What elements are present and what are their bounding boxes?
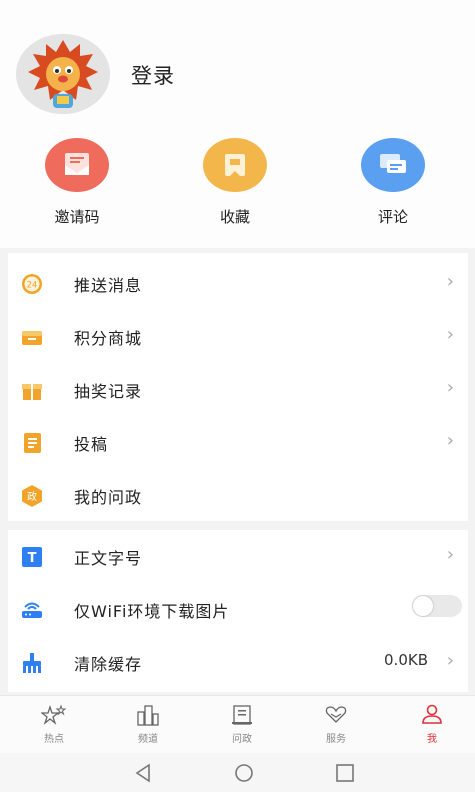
tab-label: 频道 — [138, 734, 158, 745]
document-icon — [20, 432, 44, 454]
menu-item-clear-cache[interactable]: 清除缓存 0.0KB › — [8, 636, 468, 689]
bookmark-icon — [203, 138, 267, 192]
favorites-label: 收藏 — [219, 208, 250, 226]
comments-button[interactable]: 评论 — [338, 138, 448, 227]
tab-label: 热点 — [44, 734, 64, 745]
menu-item-points-mall[interactable]: 积分商城 › — [8, 310, 468, 363]
chat-bubble-icon — [361, 138, 425, 192]
menu-item-label: 积分商城 — [74, 329, 143, 348]
tab-channels[interactable]: 频道 — [108, 704, 188, 745]
avatar[interactable] — [16, 34, 110, 114]
gift-icon — [20, 379, 44, 401]
menu-item-label: 推送消息 — [74, 276, 143, 295]
toggle-knob — [413, 596, 433, 616]
chevron-right-icon: › — [446, 544, 454, 565]
menu-item-submit-article[interactable]: 投稿 › — [8, 416, 468, 469]
menu-group-main: 24 推送消息 › 积分商城 › 抽奖记录 › 投稿 › 政 我的问政 — [8, 253, 468, 521]
tab-hot[interactable]: 热点 — [14, 704, 94, 745]
tab-me[interactable]: 我 — [392, 704, 472, 745]
chevron-right-icon: › — [446, 650, 454, 671]
stars-icon — [41, 704, 67, 725]
font-size-icon-text: T — [28, 551, 37, 566]
menu-item-label: 正文字号 — [74, 549, 143, 568]
font-size-icon: T — [20, 546, 44, 568]
push-24-icon: 24 — [20, 273, 44, 295]
back-icon[interactable] — [131, 761, 155, 785]
menu-item-lottery-records[interactable]: 抽奖记录 › — [8, 363, 468, 416]
menu-item-push-messages[interactable]: 24 推送消息 › — [8, 257, 468, 310]
profile-header: 登录 邀请码 收藏 评论 — [0, 0, 475, 248]
store-icon — [20, 326, 44, 348]
menu-item-label: 抽奖记录 — [74, 382, 143, 401]
person-icon — [422, 704, 442, 724]
comments-label: 评论 — [377, 208, 408, 226]
recents-icon[interactable] — [333, 761, 357, 785]
menu-item-label: 我的问政 — [74, 488, 143, 507]
menu-group-settings: T 正文字号 › 仅WiFi环境下载图片 清除缓存 0.0KB › — [8, 530, 468, 692]
lion-mascot-icon — [16, 34, 110, 114]
chevron-right-icon: › — [446, 324, 454, 345]
wifi-router-icon — [20, 599, 44, 621]
menu-item-my-politics[interactable]: 政 我的问政 — [8, 469, 468, 522]
buildings-icon — [137, 705, 159, 726]
tab-politics[interactable]: 问政 — [202, 704, 282, 745]
wifi-only-toggle[interactable] — [412, 595, 462, 617]
bottom-tab-bar: 热点 频道 问政 服务 我 — [0, 695, 475, 754]
cache-size-value: 0.0KB — [384, 651, 428, 669]
menu-item-wifi-only-images[interactable]: 仅WiFi环境下载图片 — [8, 583, 468, 636]
tab-label: 问政 — [232, 734, 252, 745]
system-nav-bar — [0, 753, 475, 792]
menu-item-label: 投稿 — [74, 435, 109, 454]
invite-code-button[interactable]: 邀请码 — [22, 138, 132, 227]
tab-services[interactable]: 服务 — [296, 704, 376, 745]
home-icon[interactable] — [232, 761, 256, 785]
push-badge-text: 24 — [27, 281, 38, 291]
politics-icon-text: 政 — [27, 490, 37, 503]
tab-label: 服务 — [326, 734, 346, 745]
invite-code-label: 邀请码 — [54, 208, 100, 226]
notebook-icon — [232, 705, 252, 725]
heart-hands-icon — [325, 706, 347, 723]
menu-item-label: 仅WiFi环境下载图片 — [74, 602, 230, 621]
favorites-button[interactable]: 收藏 — [180, 138, 290, 227]
menu-item-label: 清除缓存 — [74, 655, 143, 674]
menu-item-font-size[interactable]: T 正文字号 › — [8, 530, 468, 583]
politics-icon: 政 — [20, 485, 44, 507]
login-label[interactable]: 登录 — [131, 60, 175, 90]
chevron-right-icon: › — [446, 430, 454, 451]
chevron-right-icon: › — [446, 377, 454, 398]
tab-label: 我 — [427, 734, 437, 745]
envelope-icon — [45, 138, 109, 192]
broom-icon — [20, 652, 44, 674]
chevron-right-icon: › — [446, 271, 454, 292]
